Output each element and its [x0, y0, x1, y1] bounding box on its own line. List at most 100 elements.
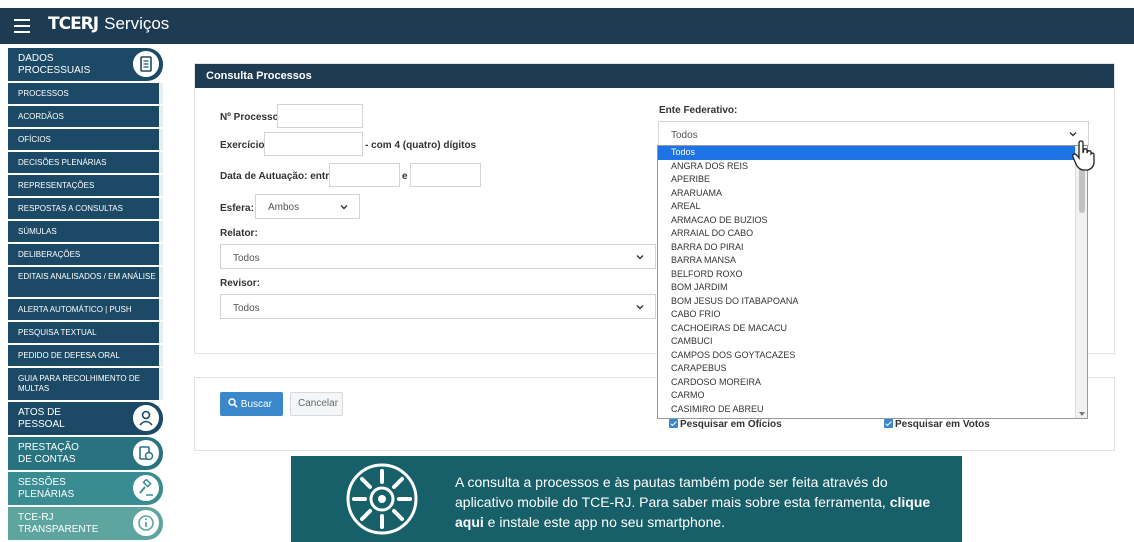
- hand-cursor-icon: [1072, 140, 1095, 171]
- section-label: PRESTAÇÃO DE CONTAS: [18, 442, 79, 465]
- sidebar-item-pesquisa-textual[interactable]: PESQUISA TEXTUAL: [8, 322, 163, 343]
- chevron-down-icon: [636, 255, 644, 260]
- sidebar-item-alerta[interactable]: ALERTA AUTOMÁTICO | PUSH: [8, 299, 163, 320]
- info-icon: [131, 508, 161, 538]
- section-label: ATOS DE PESSOAL: [18, 407, 65, 430]
- dropdown-option[interactable]: CARAPEBUS: [658, 362, 1076, 376]
- money-icon: [131, 438, 161, 468]
- sidebar-item-acordaos[interactable]: ACORDÃOS: [8, 106, 163, 127]
- dropdown-option[interactable]: BELFORD ROXO: [658, 268, 1076, 282]
- dropdown-option[interactable]: APERIBE: [658, 173, 1076, 187]
- chevron-down-icon: [1069, 132, 1077, 137]
- checkbox-checked-icon: [884, 419, 893, 428]
- exercicio-input[interactable]: [264, 132, 363, 156]
- dropdown-option[interactable]: CAMPOS DOS GOYTACAZES: [658, 349, 1076, 363]
- ente-select[interactable]: Todos: [658, 121, 1089, 146]
- data-e-label: e: [402, 171, 408, 182]
- menu-icon[interactable]: [14, 19, 30, 33]
- sidebar-section-atos-pessoal[interactable]: ATOS DE PESSOAL: [8, 402, 163, 435]
- sidebar-section-sessoes[interactable]: SESSÕES PLENÁRIAS: [8, 472, 163, 505]
- dropdown-option[interactable]: ARRAIAL DO CABO: [658, 227, 1076, 241]
- dropdown-option[interactable]: Todos: [658, 146, 1076, 160]
- sidebar-item-representacoes[interactable]: REPRESENTAÇÕES: [8, 175, 163, 196]
- exercicio-hint: - com 4 (quatro) dígitos: [365, 140, 477, 151]
- dropdown-option[interactable]: CARMO: [658, 389, 1076, 403]
- dropdown-option[interactable]: CASIMIRO DE ABREU: [658, 403, 1076, 417]
- sidebar-item-processos[interactable]: PROCESSOS: [8, 83, 163, 104]
- dropdown-option[interactable]: CARDOSO MOREIRA: [658, 376, 1076, 390]
- app-logo[interactable]: TCERJ Serviços: [48, 14, 169, 34]
- dropdown-option[interactable]: BOM JESUS DO ITABAPOANA: [658, 295, 1076, 309]
- dropdown-option[interactable]: ARMACAO DE BUZIOS: [658, 214, 1076, 228]
- sidebar-item-defesa-oral[interactable]: PEDIDO DE DEFESA ORAL: [8, 345, 163, 366]
- sidebar: DADOS PROCESSUAIS PROCESSOS ACORDÃOS OFÍ…: [8, 48, 163, 542]
- relator-label: Relator:: [220, 228, 258, 239]
- check-oficios-label: Pesquisar em Ofícios: [680, 419, 782, 430]
- search-icon: [228, 398, 238, 408]
- chevron-down-icon: [340, 205, 348, 210]
- check-oficios[interactable]: Pesquisar em Ofícios: [669, 419, 782, 430]
- logo-mark: TCERJ: [48, 14, 99, 34]
- cancelar-button[interactable]: Cancelar: [290, 392, 343, 416]
- processo-label: Nº Processo:: [220, 112, 283, 123]
- banner-message: A consulta a processos e às pautas també…: [455, 474, 888, 510]
- dropdown-scrollbar[interactable]: [1075, 146, 1087, 418]
- esfera-select[interactable]: Ambos: [255, 194, 360, 219]
- gavel-icon: [131, 473, 161, 503]
- top-bar: TCERJ Serviços: [0, 8, 1134, 44]
- revisor-label: Revisor:: [220, 278, 261, 289]
- check-votos-label: Pesquisar em Votos: [895, 419, 990, 430]
- sidebar-item-decisoes[interactable]: DECISÕES PLENÁRIAS: [8, 152, 163, 173]
- sidebar-item-deliberacoes[interactable]: DELIBERAÇÕES: [8, 244, 163, 265]
- ente-label: Ente Federativo:: [659, 105, 738, 116]
- data-inicio-input[interactable]: [329, 163, 400, 187]
- ente-value: Todos: [671, 130, 698, 141]
- sidebar-section-prestacao[interactable]: PRESTAÇÃO DE CONTAS: [8, 437, 163, 470]
- esfera-label: Esfera:: [220, 203, 254, 214]
- sidebar-section-transparente[interactable]: TCE-RJ TRANSPARENTE: [8, 507, 163, 540]
- scroll-down-icon[interactable]: [1078, 411, 1086, 417]
- person-icon: [131, 403, 161, 433]
- sidebar-section-dados-processuais[interactable]: DADOS PROCESSUAIS: [8, 48, 163, 81]
- dropdown-option[interactable]: ANGRA DOS REIS: [658, 160, 1076, 174]
- card-title: Consulta Processos: [195, 64, 1114, 88]
- mobile-app-banner: A consulta a processos e às pautas també…: [291, 456, 962, 542]
- dropdown-option[interactable]: CAMBUCI: [658, 335, 1076, 349]
- check-votos[interactable]: Pesquisar em Votos: [884, 419, 990, 430]
- dropdown-option[interactable]: BARRA DO PIRAI: [658, 241, 1076, 255]
- relator-select[interactable]: Todos: [220, 244, 656, 269]
- data-fim-input[interactable]: [410, 163, 481, 187]
- sidebar-item-guia-multas[interactable]: GUIA PARA RECOLHIMENTO DE MULTAS: [8, 368, 163, 400]
- relator-value: Todos: [233, 253, 260, 264]
- esfera-value: Ambos: [268, 202, 300, 213]
- processo-input[interactable]: [277, 104, 363, 128]
- dropdown-option[interactable]: CACHOEIRAS DE MACACU: [658, 322, 1076, 336]
- sidebar-item-respostas[interactable]: RESPOSTAS A CONSULTAS: [8, 198, 163, 219]
- dropdown-option[interactable]: BARRA MANSA: [658, 254, 1076, 268]
- banner-message-end: e instale este app no seu smartphone.: [487, 514, 726, 530]
- sidebar-item-oficios[interactable]: OFÍCIOS: [8, 129, 163, 150]
- revisor-value: Todos: [233, 303, 260, 314]
- dropdown-option[interactable]: CABO FRIO: [658, 308, 1076, 322]
- chevron-down-icon: [636, 305, 644, 310]
- banner-text: A consulta a processos e às pautas també…: [455, 472, 935, 532]
- checkbox-checked-icon: [669, 419, 678, 428]
- revisor-select[interactable]: Todos: [220, 294, 656, 319]
- section-label: TCE-RJ TRANSPARENTE: [18, 512, 99, 535]
- dropdown-option[interactable]: AREAL: [658, 200, 1076, 214]
- document-icon: [131, 49, 161, 79]
- app-title: Serviços: [104, 14, 170, 33]
- sidebar-item-editais[interactable]: EDITAIS ANALISADOS / EM ANÁLISE: [8, 267, 163, 297]
- buscar-label: Buscar: [240, 399, 272, 410]
- section-label: DADOS PROCESSUAIS: [18, 53, 91, 76]
- buscar-button[interactable]: Buscar: [220, 392, 283, 416]
- sidebar-item-sumulas[interactable]: SÚMULAS: [8, 221, 163, 242]
- dropdown-option[interactable]: BOM JARDIM: [658, 281, 1076, 295]
- dropdown-options: Todos ANGRA DOS REIS APERIBE ARARUAMA AREAL A…: [658, 146, 1076, 416]
- ente-dropdown-list[interactable]: Todos ANGRA DOS REIS APERIBE ARARUAMA AREAL A…: [657, 145, 1088, 419]
- data-autuacao-label: Data de Autuação: entre: [220, 171, 335, 182]
- app-logo-icon: [346, 463, 418, 535]
- section-label: SESSÕES PLENÁRIAS: [18, 477, 75, 500]
- exercicio-label: Exercício:: [220, 140, 268, 151]
- dropdown-option[interactable]: ARARUAMA: [658, 187, 1076, 201]
